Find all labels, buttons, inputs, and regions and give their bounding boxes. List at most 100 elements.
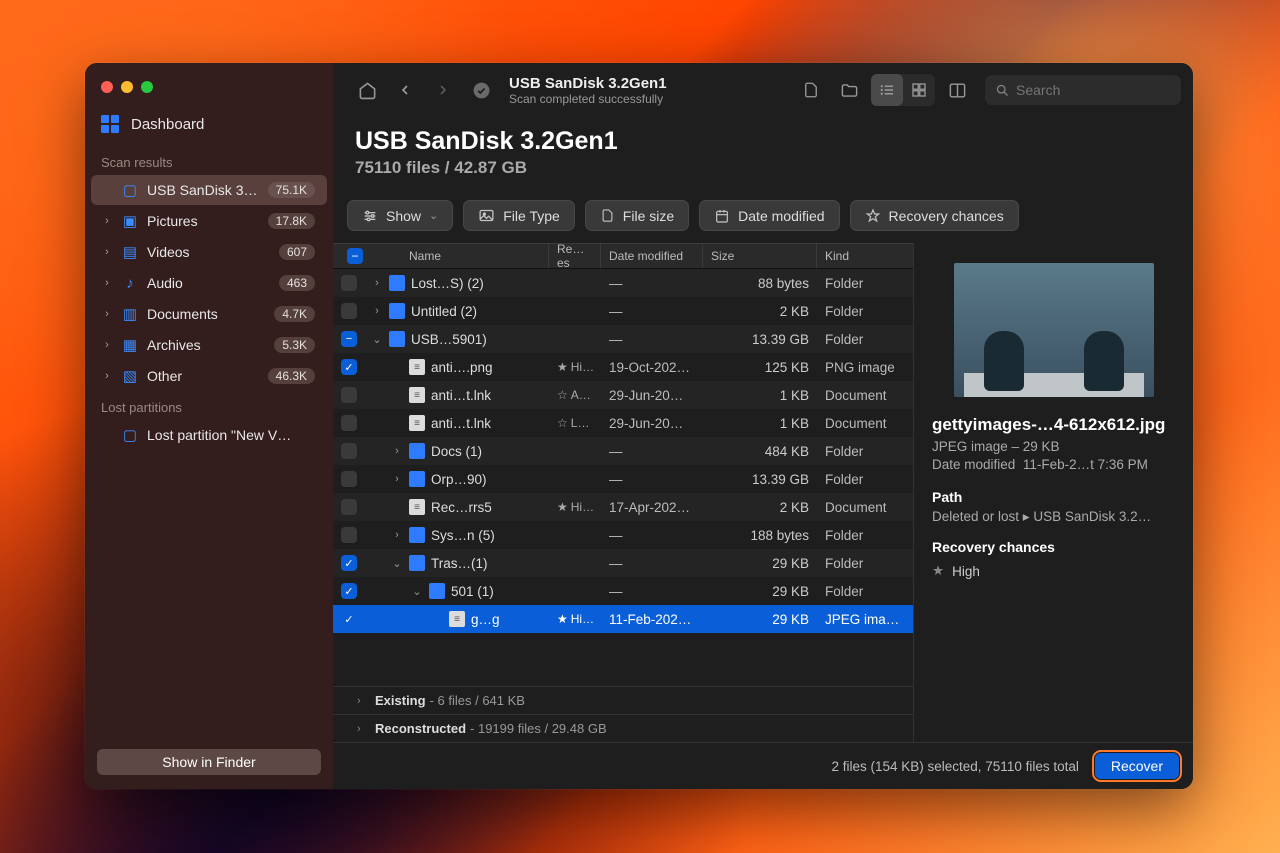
- row-checkbox[interactable]: [341, 415, 357, 431]
- row-size: 2 KB: [703, 304, 817, 319]
- table-row[interactable]: − ⌄ USB…5901) — 13.39 GB Folder: [333, 325, 913, 353]
- details-filename: gettyimages-…4-612x612.jpg: [932, 415, 1175, 435]
- summary-row[interactable]: ›Reconstructed - 19199 files / 29.48 GB: [333, 714, 913, 742]
- chevron-right-icon: ›: [101, 308, 113, 320]
- sidebar-item-audio[interactable]: › ♪ Audio 463: [91, 268, 327, 298]
- row-kind: Folder: [817, 332, 913, 347]
- row-kind: Folder: [817, 528, 913, 543]
- minimize-window-button[interactable]: [121, 81, 133, 93]
- header-checkbox[interactable]: −: [347, 248, 363, 264]
- row-checkbox[interactable]: [341, 387, 357, 403]
- folder-view-button[interactable]: [833, 74, 865, 106]
- toolbar-title: USB SanDisk 3.2Gen1: [509, 75, 667, 92]
- sidebar-item-pictures[interactable]: › ▣ Pictures 17.8K: [91, 206, 327, 236]
- row-kind: Folder: [817, 556, 913, 571]
- row-checkbox[interactable]: [341, 527, 357, 543]
- column-kind[interactable]: Kind: [817, 244, 913, 268]
- filetype-filter-button[interactable]: File Type: [463, 200, 575, 231]
- close-window-button[interactable]: [101, 81, 113, 93]
- table-row[interactable]: ≡ Rec…rrs5 ★Hi… 17-Apr-202… 2 KB Documen…: [333, 493, 913, 521]
- recover-button[interactable]: Recover: [1095, 753, 1179, 779]
- row-recovery: ☆L…: [549, 416, 601, 430]
- row-checkbox[interactable]: ✓: [341, 611, 357, 627]
- disclosure-icon[interactable]: ›: [391, 445, 403, 457]
- table-row[interactable]: ✓ ⌄ Tras…(1) — 29 KB Folder: [333, 549, 913, 577]
- row-kind: JPEG ima…: [817, 612, 913, 627]
- row-name: Sys…n (5): [431, 528, 495, 543]
- column-date-modified[interactable]: Date modified: [601, 244, 703, 268]
- row-checkbox[interactable]: −: [341, 331, 357, 347]
- sidebar-item-archives[interactable]: › ▦ Archives 5.3K: [91, 330, 327, 360]
- sidebar-item-videos[interactable]: › ▤ Videos 607: [91, 237, 327, 267]
- row-checkbox[interactable]: [341, 499, 357, 515]
- sidebar-item-lost-partition[interactable]: ▢ Lost partition "New V…: [91, 420, 327, 450]
- maximize-window-button[interactable]: [141, 81, 153, 93]
- disclosure-icon[interactable]: ›: [371, 277, 383, 289]
- column-recovery[interactable]: Re…es: [549, 244, 601, 268]
- datemod-filter-button[interactable]: Date modified: [699, 200, 839, 231]
- sidebar-toggle-button[interactable]: [941, 74, 973, 106]
- home-button[interactable]: [351, 74, 383, 106]
- file-icon: ≡: [409, 499, 425, 515]
- row-checkbox[interactable]: [341, 275, 357, 291]
- row-checkbox[interactable]: [341, 471, 357, 487]
- row-name: 501 (1): [451, 584, 494, 599]
- dashboard-link[interactable]: Dashboard: [85, 107, 333, 147]
- table-row[interactable]: › Orp…90) — 13.39 GB Folder: [333, 465, 913, 493]
- row-kind: Folder: [817, 472, 913, 487]
- row-size: 29 KB: [703, 556, 817, 571]
- table-row[interactable]: ✓ ⌄ 501 (1) — 29 KB Folder: [333, 577, 913, 605]
- disclosure-icon[interactable]: ⌄: [391, 557, 403, 570]
- sidebar-item-usb-sandisk-3-[interactable]: ▢ USB SanDisk 3.… 75.1K: [91, 175, 327, 205]
- file-view-button[interactable]: [795, 74, 827, 106]
- disclosure-icon[interactable]: ›: [391, 529, 403, 541]
- search-input[interactable]: [1016, 82, 1171, 98]
- row-date: 17-Apr-202…: [601, 500, 703, 515]
- forward-button[interactable]: [427, 74, 459, 106]
- row-checkbox[interactable]: ✓: [341, 583, 357, 599]
- row-recovery: ★Hi…: [549, 612, 601, 626]
- table-row[interactable]: › Sys…n (5) — 188 bytes Folder: [333, 521, 913, 549]
- table-row[interactable]: ≡ anti…t.lnk ☆A… 29-Jun-20… 1 KB Documen…: [333, 381, 913, 409]
- table-row[interactable]: ✓ ≡ anti….png ★Hi… 19-Oct-202… 125 KB PN…: [333, 353, 913, 381]
- table-row[interactable]: › Docs (1) — 484 KB Folder: [333, 437, 913, 465]
- show-filter-button[interactable]: Show⌄: [347, 200, 453, 231]
- sidebar-item-badge: 17.8K: [268, 213, 315, 229]
- row-name: Docs (1): [431, 444, 482, 459]
- table-row[interactable]: › Untitled (2) — 2 KB Folder: [333, 297, 913, 325]
- row-size: 125 KB: [703, 360, 817, 375]
- row-checkbox[interactable]: [341, 303, 357, 319]
- disclosure-icon[interactable]: ⌄: [371, 333, 383, 346]
- row-checkbox[interactable]: [341, 443, 357, 459]
- grid-view-button[interactable]: [903, 74, 935, 106]
- disclosure-icon[interactable]: ›: [371, 305, 383, 317]
- filesize-filter-button[interactable]: File size: [585, 200, 689, 231]
- column-name[interactable]: Name: [363, 244, 549, 268]
- sidebar-item-badge: 5.3K: [274, 337, 315, 353]
- summary-row[interactable]: ›Existing - 6 files / 641 KB: [333, 686, 913, 714]
- app-window: Dashboard Scan results ▢ USB SanDisk 3.……: [85, 63, 1193, 789]
- table-row[interactable]: ≡ anti…t.lnk ☆L… 29-Jun-20… 1 KB Documen…: [333, 409, 913, 437]
- search-box[interactable]: [985, 75, 1181, 105]
- sidebar-item-other[interactable]: › ▧ Other 46.3K: [91, 361, 327, 391]
- back-button[interactable]: [389, 74, 421, 106]
- sidebar-item-label: USB SanDisk 3.…: [147, 182, 260, 198]
- folder-icon: [389, 303, 405, 319]
- file-icon: ≡: [409, 415, 425, 431]
- table-row[interactable]: › Lost…S) (2) — 88 bytes Folder: [333, 269, 913, 297]
- disclosure-icon[interactable]: ›: [391, 473, 403, 485]
- column-size[interactable]: Size: [703, 244, 817, 268]
- sidebar-item-documents[interactable]: › ▥ Documents 4.7K: [91, 299, 327, 329]
- disclosure-icon[interactable]: ⌄: [411, 585, 423, 598]
- file-icon: ≡: [449, 611, 465, 627]
- sidebar-footer: Show in Finder: [85, 735, 333, 789]
- folder-icon: [409, 555, 425, 571]
- chevron-right-icon: ›: [101, 339, 113, 351]
- show-in-finder-button[interactable]: Show in Finder: [97, 749, 321, 775]
- details-path-label: Path: [932, 489, 1175, 505]
- table-row[interactable]: ✓ ≡ g…g ★Hi… 11-Feb-202… 29 KB JPEG ima…: [333, 605, 913, 633]
- row-checkbox[interactable]: ✓: [341, 359, 357, 375]
- recchance-filter-button[interactable]: Recovery chances: [850, 200, 1019, 231]
- list-view-button[interactable]: [871, 74, 903, 106]
- row-checkbox[interactable]: ✓: [341, 555, 357, 571]
